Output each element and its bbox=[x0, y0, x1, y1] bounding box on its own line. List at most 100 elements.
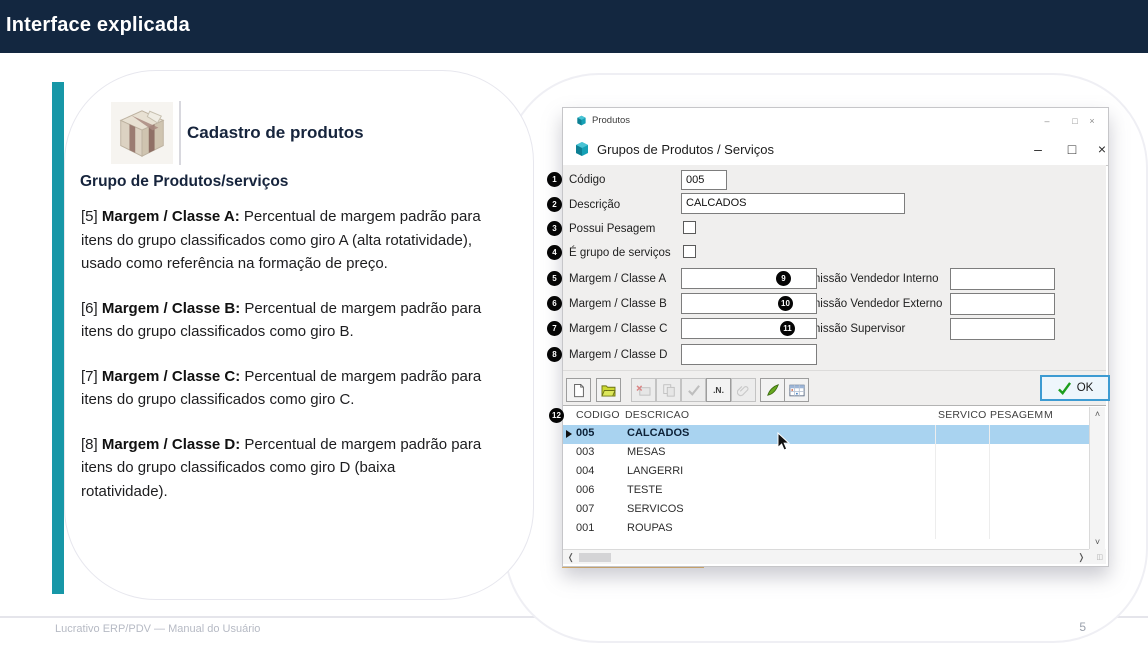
edit-pen-icon bbox=[766, 383, 780, 397]
table-row[interactable]: 007 SERVICOS bbox=[563, 501, 1089, 520]
column-header-codigo[interactable]: CODIGO bbox=[576, 409, 620, 421]
scroll-down-icon[interactable]: ˅ bbox=[1090, 536, 1105, 548]
explanation-item-6: [6] Margem / Classe B: Percentual de mar… bbox=[81, 297, 485, 344]
grid-view-button[interactable] bbox=[784, 378, 809, 402]
grupo-servicos-checkbox[interactable] bbox=[683, 245, 696, 258]
header-divider bbox=[179, 101, 181, 165]
close-button[interactable]: × bbox=[1087, 134, 1117, 165]
ok-button[interactable]: OK bbox=[1040, 375, 1110, 401]
edit-pen-button[interactable] bbox=[760, 378, 785, 402]
ok-button-label: OK bbox=[1077, 382, 1094, 394]
table-row[interactable]: 004 LANGERRI bbox=[563, 463, 1089, 482]
field-explanations: [5] Margem / Classe A: Percentual de mar… bbox=[81, 205, 485, 524]
comissao-interno-input[interactable] bbox=[950, 268, 1055, 290]
item-ref: [5] bbox=[81, 208, 98, 225]
grupo-servicos-label: É grupo de serviços bbox=[569, 245, 671, 261]
cell-descricao: MESAS bbox=[627, 446, 666, 458]
table-rows: 005 CALCADOS 003 MESAS 004 LANGERRI 006 … bbox=[563, 425, 1089, 539]
descricao-input[interactable]: CALCADOS bbox=[681, 193, 905, 214]
maximize-button[interactable]: □ bbox=[1057, 134, 1087, 165]
margem-c-input[interactable] bbox=[681, 318, 817, 339]
package-icon bbox=[111, 102, 173, 164]
margem-a-label: Margem / Classe A bbox=[569, 271, 666, 287]
item-ref: [6] bbox=[81, 300, 98, 317]
app-window: Produtos – □ × Grupos de Produtos / Serv… bbox=[562, 107, 1109, 567]
cell-codigo: 001 bbox=[576, 522, 622, 534]
table-row[interactable]: 005 CALCADOS bbox=[563, 425, 1089, 444]
minimize-button[interactable]: – bbox=[1023, 134, 1053, 165]
comissao-supervisor-input[interactable] bbox=[950, 318, 1055, 340]
open-button[interactable] bbox=[596, 378, 621, 402]
margem-b-label: Margem / Classe B bbox=[569, 296, 667, 312]
callout-badge-4: 4 bbox=[547, 245, 562, 260]
confirm-button[interactable] bbox=[681, 378, 706, 402]
cell-descricao: SERVICOS bbox=[627, 503, 684, 515]
outer-window-title: Produtos bbox=[592, 115, 630, 126]
scroll-left-icon[interactable]: ❬ bbox=[567, 551, 575, 563]
comissao-externo-label: Comissão Vendedor Externo bbox=[796, 296, 942, 312]
column-header-descricao[interactable]: DESCRICAO bbox=[625, 409, 689, 421]
codigo-input[interactable]: 005 bbox=[681, 170, 727, 190]
callout-badge-5: 5 bbox=[547, 271, 562, 286]
cell-codigo: 005 bbox=[576, 427, 622, 439]
column-header-servico[interactable]: SERVICO bbox=[938, 409, 986, 421]
delete-record-button[interactable] bbox=[631, 378, 656, 402]
vertical-scrollbar[interactable]: ˄ ˅ bbox=[1089, 407, 1105, 549]
resize-grip[interactable]: ◫ bbox=[1089, 549, 1106, 564]
table-row[interactable]: 003 MESAS bbox=[563, 444, 1089, 463]
cell-codigo: 004 bbox=[576, 465, 622, 477]
cell-descricao: ROUPAS bbox=[627, 522, 673, 534]
attach-icon bbox=[737, 384, 750, 397]
margem-a-input[interactable] bbox=[681, 268, 817, 289]
column-header-pesagem[interactable]: PESAGEM bbox=[990, 409, 1043, 421]
footer-text: Lucrativo ERP/PDV — Manual do Usuário bbox=[55, 623, 260, 635]
ok-check-icon bbox=[1057, 382, 1072, 395]
callout-badge-6: 6 bbox=[547, 296, 562, 311]
decimal-n-button[interactable]: .N. bbox=[706, 378, 731, 402]
callout-badge-8: 8 bbox=[547, 347, 562, 362]
attach-button[interactable] bbox=[731, 378, 756, 402]
page-number: 5 bbox=[1066, 620, 1086, 634]
page-title: Interface explicada bbox=[0, 0, 1148, 51]
item-ref: [7] bbox=[81, 368, 98, 385]
callout-badge-11: 11 bbox=[780, 321, 795, 336]
scroll-up-icon[interactable]: ˄ bbox=[1090, 408, 1105, 420]
new-record-button[interactable] bbox=[566, 378, 591, 402]
app-cube-icon bbox=[576, 115, 587, 126]
table-header-row: CODIGO DESCRICAO SERVICO PESAGEM M bbox=[563, 407, 1089, 425]
inner-window-title: Grupos de Produtos / Serviços bbox=[597, 142, 774, 157]
possui-pesagem-checkbox[interactable] bbox=[683, 221, 696, 234]
scroll-right-icon[interactable]: ❭ bbox=[1077, 551, 1085, 563]
margem-c-label: Margem / Classe C bbox=[569, 321, 667, 337]
callout-badge-12: 12 bbox=[549, 408, 564, 423]
item-term: Margem / Classe B: bbox=[102, 300, 240, 317]
explanation-item-8: [8] Margem / Classe D: Percentual de mar… bbox=[81, 433, 485, 504]
item-term: Margem / Classe C: bbox=[102, 368, 240, 385]
explanation-item-7: [7] Margem / Classe C: Percentual de mar… bbox=[81, 365, 485, 412]
horizontal-scrollbar[interactable]: ❬ ❭ bbox=[563, 549, 1089, 564]
outer-minimize-button[interactable]: – bbox=[1033, 108, 1061, 134]
accent-bar bbox=[52, 82, 64, 594]
callout-badge-2: 2 bbox=[547, 197, 562, 212]
grid-view-icon bbox=[789, 384, 805, 397]
cell-codigo: 006 bbox=[576, 484, 622, 496]
copy-record-button[interactable] bbox=[656, 378, 681, 402]
outer-titlebar: Produtos – □ × bbox=[563, 108, 1108, 135]
decimal-n-label: .N. bbox=[713, 385, 724, 395]
card-title: Cadastro de produtos bbox=[187, 123, 364, 143]
comissao-externo-input[interactable] bbox=[950, 293, 1055, 315]
cell-descricao: TESTE bbox=[627, 484, 662, 496]
cell-codigo: 007 bbox=[576, 503, 622, 515]
callout-badge-1: 1 bbox=[547, 172, 562, 187]
scrollbar-thumb[interactable] bbox=[579, 553, 611, 562]
table-row[interactable]: 006 TESTE bbox=[563, 482, 1089, 501]
item-term: Margem / Classe D: bbox=[102, 436, 240, 453]
explanation-item-5: [5] Margem / Classe A: Percentual de mar… bbox=[81, 205, 485, 276]
column-header-m[interactable]: M bbox=[1044, 409, 1053, 421]
table-row[interactable]: 001 ROUPAS bbox=[563, 520, 1089, 539]
margem-d-input[interactable] bbox=[681, 344, 817, 365]
callout-badge-9: 9 bbox=[776, 271, 791, 286]
margem-b-input[interactable] bbox=[681, 293, 817, 314]
confirm-check-icon bbox=[687, 384, 701, 396]
outer-close-button[interactable]: × bbox=[1078, 108, 1106, 134]
